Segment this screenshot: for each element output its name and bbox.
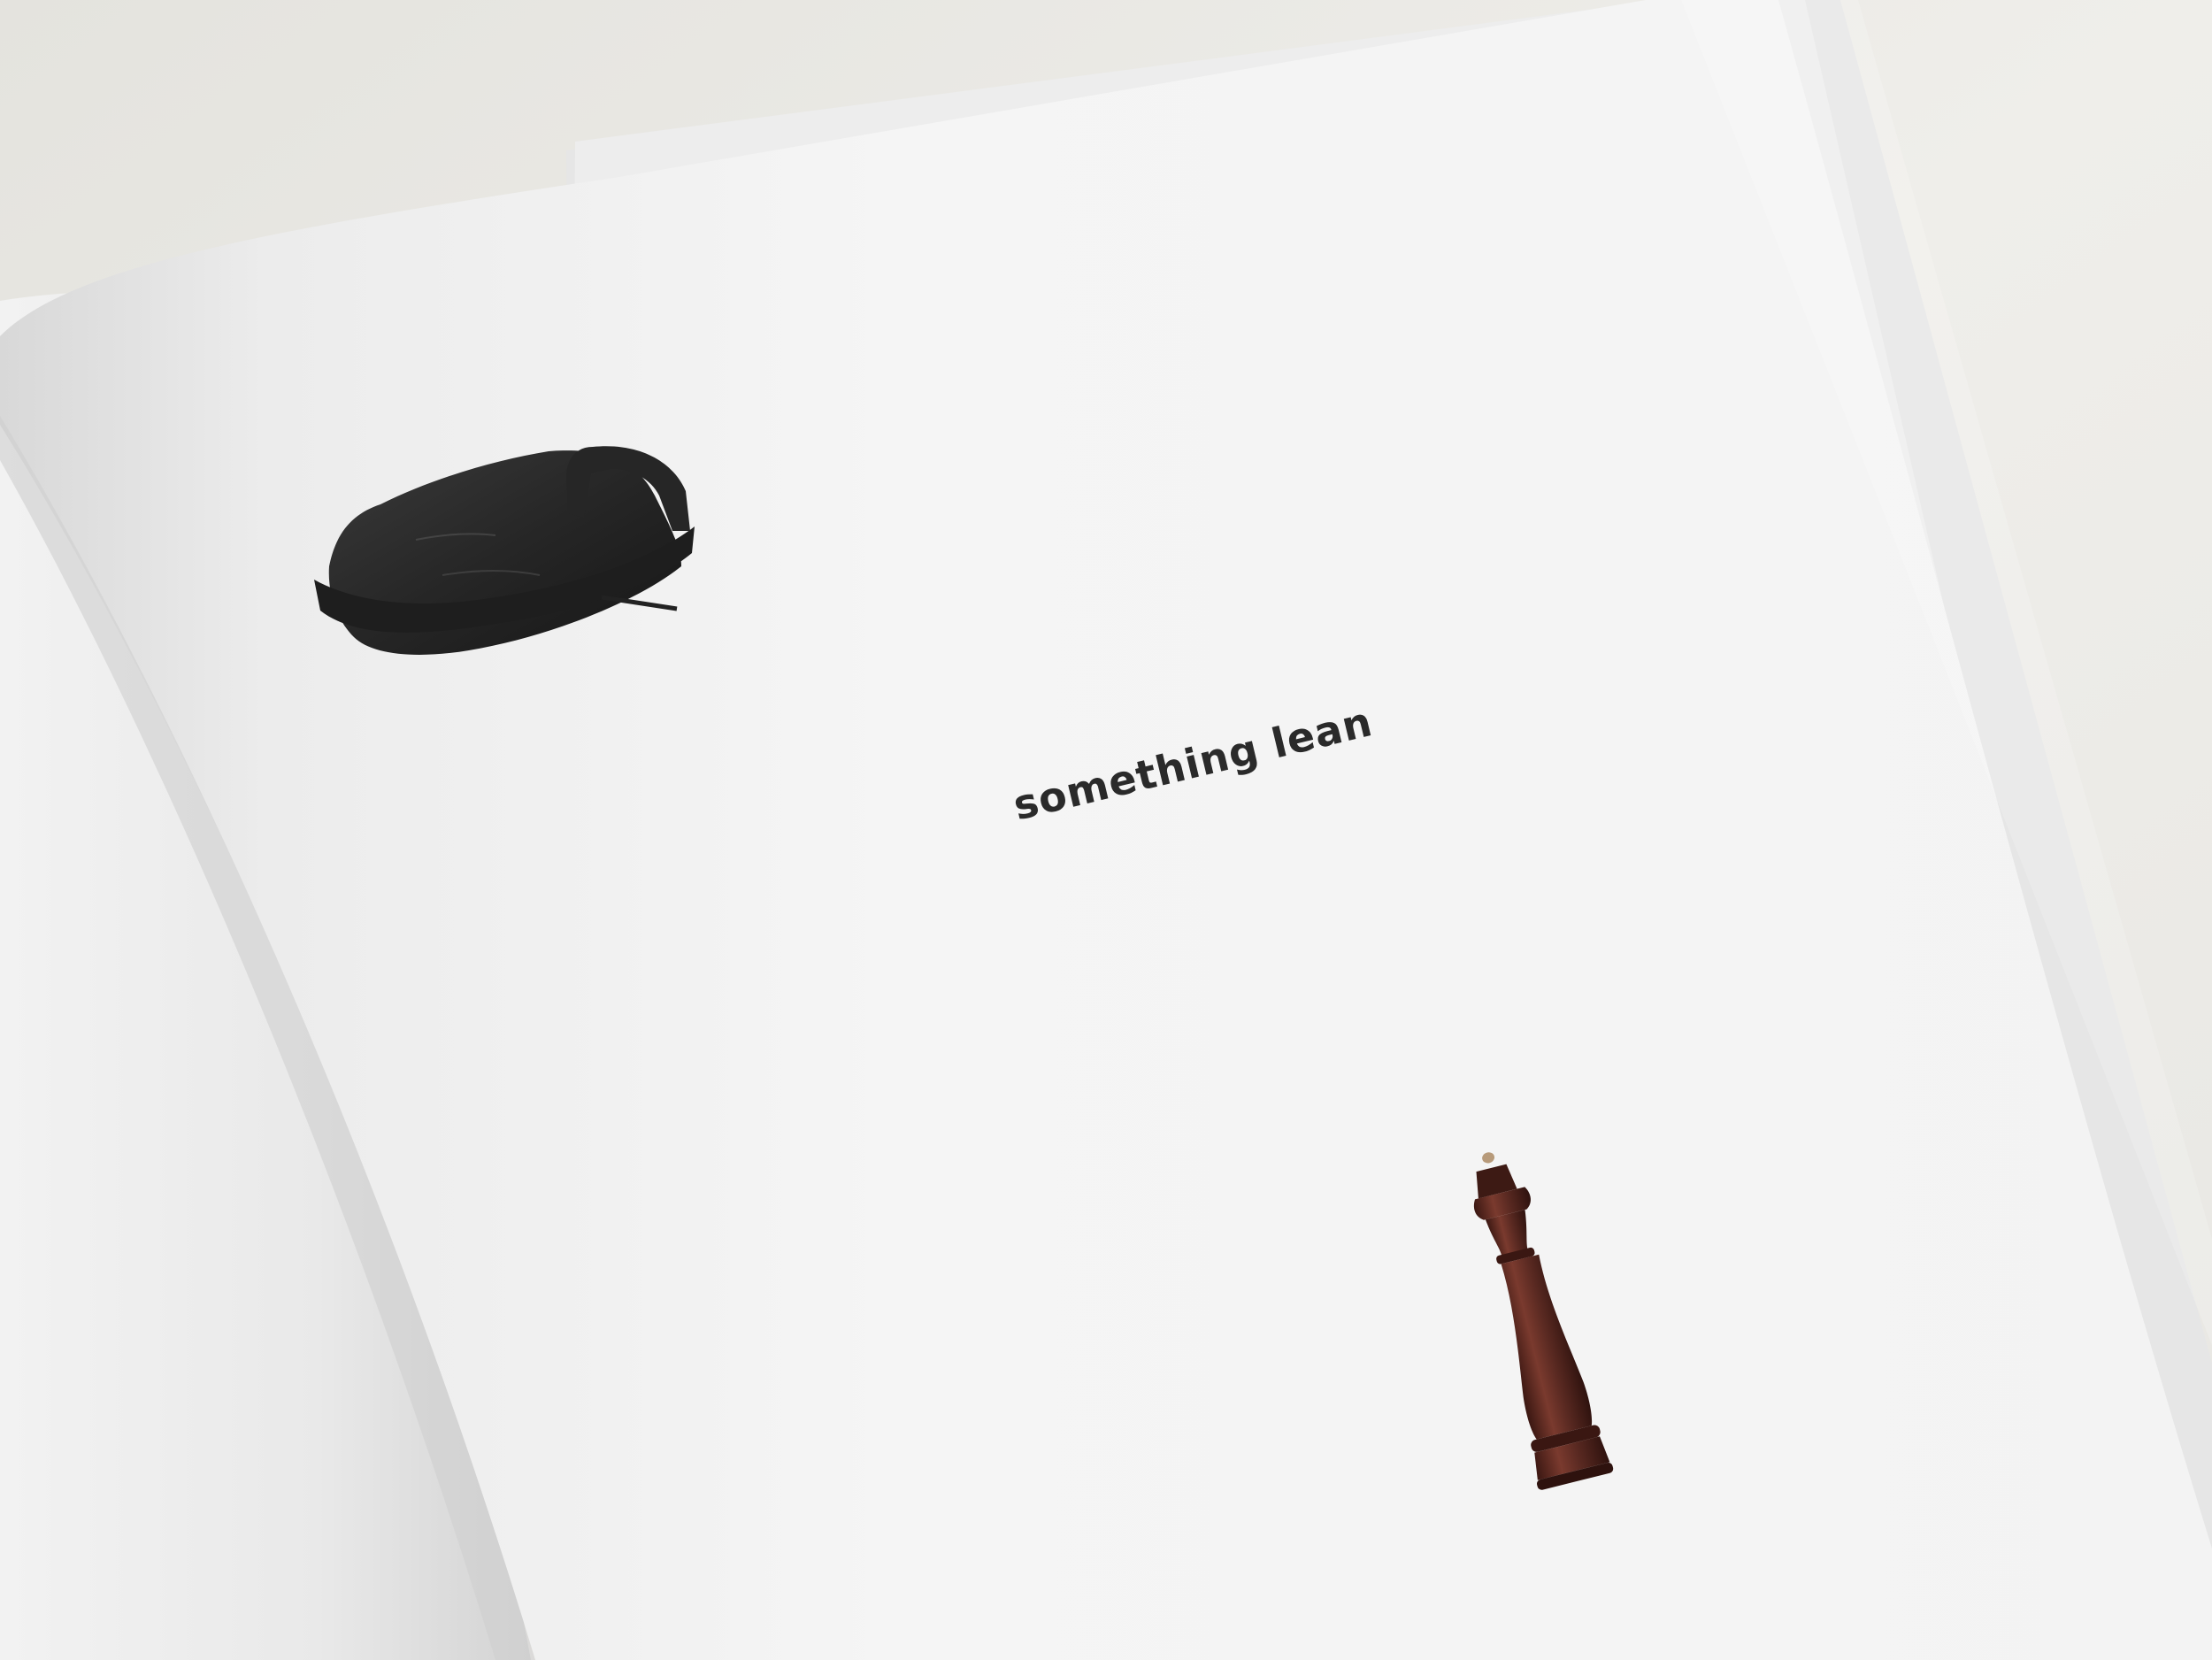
photo-scene bbox=[0, 0, 2212, 1660]
